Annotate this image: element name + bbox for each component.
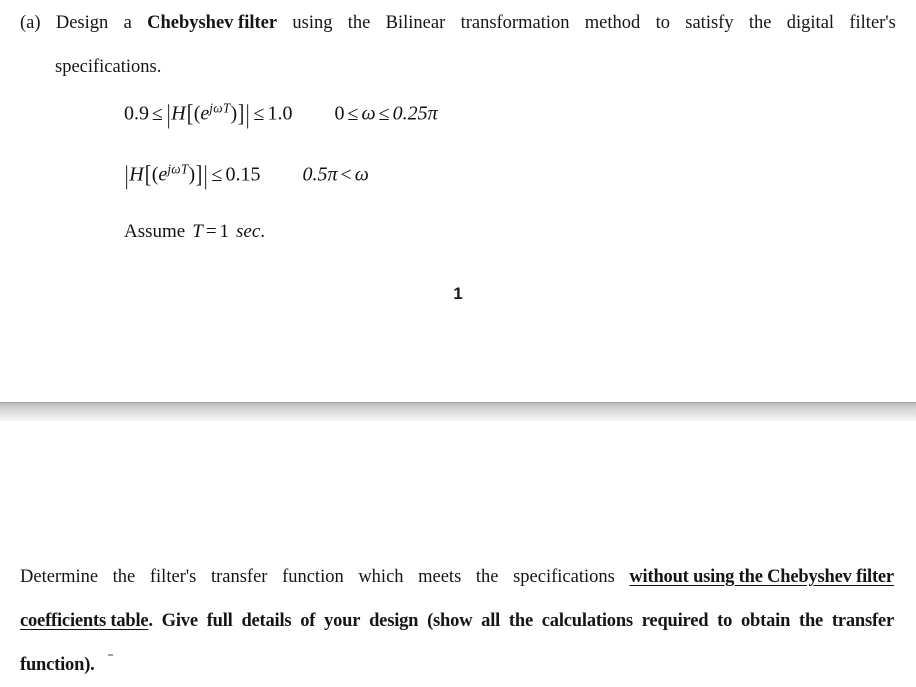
word-a: a [123,13,132,33]
eq1-exponent: jωT [209,100,231,116]
word-all: all [481,611,501,631]
word-obtain: obtain [740,611,791,631]
word-using: using [292,13,333,33]
instruction-paragraph: Determine the filter's transfer function… [20,555,894,687]
word-required: required [641,611,709,631]
document-page-one: (a) Design a Chebyshev filter using the … [0,0,916,402]
question-label: (a) [20,13,41,33]
word-transformation: transformation [460,13,570,33]
word-your: your [324,611,361,631]
eq3-period-mark: . [260,221,266,242]
emphasis-period: . [148,611,153,631]
question-line-2: specifications. [55,57,162,77]
emphasis-coefficients-table: coefficients table. [20,599,153,643]
eq2-range-value: 0.5π [302,163,338,186]
word-the-3: the [112,567,136,587]
eq1-exp-base: e [200,102,210,125]
word-to-2: to [717,611,733,631]
document-page-two: Determine the filter's transfer function… [0,421,916,685]
eq2-bound: 0.15 [225,163,261,186]
eq2-exponent: jωT [167,161,189,177]
word-bilinear: Bilinear [385,13,446,33]
word-the-5: the [508,611,533,631]
eq3-value: 1 [219,221,230,242]
instruction-line-3: function). [20,643,894,687]
eq3-assume-label: Assume [124,221,186,242]
equation-passband-spec: 0.9 ≤ |H[(ejωT)]| ≤1.0 0 ≤ ω ≤0.25π [124,99,438,130]
equation-stopband-spec: |H[(ejωT)]| ≤0.15 0.5π < ω [124,160,369,191]
word-specifications: specifications [513,567,615,587]
word-give: Give [161,611,198,631]
word-filters-2: filter's [149,567,197,587]
word-show: (show [427,611,473,631]
eq1-relation-2: ≤ [253,102,265,125]
eq1-omega: ω [361,102,376,125]
word-calculations: calculations [541,611,633,631]
eq2-omega: ω [354,163,369,186]
word-of: of [300,611,316,631]
eq2-transfer-function-symbol: H [129,163,144,186]
word-the-4: the [475,567,499,587]
instruction-line-2: coefficients table. Give full details of… [20,599,894,643]
eq1-bracket-close: ] [237,101,245,128]
question-line-1: (a) Design a Chebyshev filter using the … [20,2,896,44]
eq1-upper-bound: 1.0 [267,102,293,125]
word-function-close: function). [20,655,95,675]
eq1-range-relation-2: ≤ [378,102,390,125]
eq1-abs-close: | [245,99,250,129]
word-the-1: the [347,13,371,33]
eq2-relation: ≤ [211,163,223,186]
eq2-bracket-open: [ [144,162,152,189]
eq1-bracket-open: [ [186,101,194,128]
emphasis-without-using-chebyshev-filter: without using the Chebyshev filter [629,567,894,587]
eq2-abs-close: | [203,160,208,190]
eq1-abs-open: | [166,99,171,129]
word-transfer-2: transfer [831,611,894,631]
eq1-relation-1: ≤ [152,102,163,125]
word-determine: Determine [20,567,99,587]
word-to: to [655,13,670,33]
scan-artifact-mark [108,654,113,656]
word-satisfy: satisfy [685,13,734,33]
eq1-range-relation-1: ≤ [347,102,359,125]
eq3-period-symbol: T [192,221,203,242]
instruction-line-1: Determine the filter's transfer function… [20,555,894,599]
word-function: function [282,567,344,587]
word-details: details [241,611,292,631]
eq1-range-high: 0.25π [392,102,438,125]
eq2-range-relation: < [340,163,352,186]
word-design: design [369,611,419,631]
word-method: method [584,13,641,33]
eq2-abs-open: | [124,160,129,190]
word-which: which [358,567,404,587]
word-meets: meets [418,567,462,587]
eq1-lower-bound: 0.9 [124,102,149,125]
emphasis-chebyshev-filter: Chebyshev filter [147,13,278,33]
question-part-a: (a) Design a Chebyshev filter using the … [20,2,896,77]
word-the-2: the [748,13,772,33]
eq1-paren-close: ) [230,102,238,125]
word-design: Design [55,13,109,33]
word-digital: digital [786,13,835,33]
emphasis-coefficients-table-text: coefficients table [20,611,149,631]
equation-sampling-period-assumption: Assume T = 1 sec. [124,221,265,243]
word-the-6: the [798,611,824,631]
page-number: 1 [453,284,463,303]
eq2-exp-base: e [158,163,168,186]
eq1-transfer-function-symbol: H [171,102,186,125]
eq2-paren-close: ) [188,163,196,186]
document-page: { "document": { "background_color": "#ff… [0,0,916,685]
eq1-range-low: 0 [334,102,345,125]
word-filters: filter's [849,13,896,33]
word-full: full [206,611,233,631]
word-transfer: transfer [210,567,268,587]
eq3-equals: = [205,221,217,242]
eq2-bracket-close: ] [195,162,203,189]
page-break-divider [0,402,916,422]
eq3-unit: sec [236,221,261,242]
